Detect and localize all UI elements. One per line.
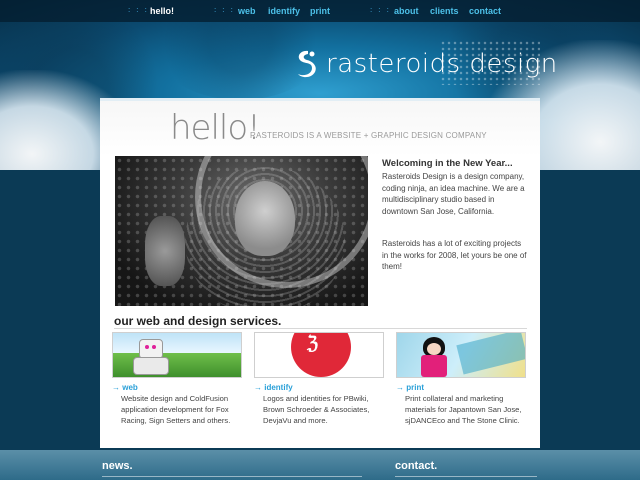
welcome-heading: Welcoming in the New Year... [382,158,513,169]
footer: news. contact. [0,450,640,480]
arrow-right-icon: → [112,383,120,392]
robot-body-shape [133,357,169,375]
page-title: hello! [170,108,261,148]
nav-item-identify[interactable]: identify [268,6,300,16]
robot-head-shape [139,339,163,359]
red-circle-logo [291,333,351,377]
nav-item-web[interactable]: web [238,6,256,16]
nav-item-contact[interactable]: contact [469,6,501,16]
site-logo[interactable]: rasteroids design [292,47,558,81]
tagline: RASTEROIDS IS A WEBSITE + GRAPHIC DESIGN… [250,131,487,140]
welcome-paragraph: Rasteroids has a lot of exciting project… [382,239,527,271]
robot-eye [152,345,156,349]
service-description: Print collateral and marketing materials… [405,394,522,426]
content-panel: hello! RASTEROIDS IS A WEBSITE + GRAPHIC… [100,98,540,448]
web-thumbnail[interactable] [112,332,242,378]
robot-eye [145,345,149,349]
banner-shape [456,333,525,375]
nav-separator: : : : [370,7,391,14]
arrow-right-icon: → [396,383,404,392]
swirl-logo-icon [298,50,316,78]
service-card-print: → print Print collateral and marketing m… [396,332,526,427]
nav-item-clients[interactable]: clients [430,6,459,16]
divider [114,328,527,329]
arrow-right-icon: → [254,383,262,392]
girl-kimono-shape [421,355,447,377]
print-thumbnail[interactable] [396,332,526,378]
footer-news-heading[interactable]: news. [102,460,133,472]
service-card-identify: ℨ → identify Logos and identities for PB… [254,332,384,427]
identify-thumbnail[interactable]: ℨ [254,332,384,378]
service-label: print [406,383,425,392]
services-heading: our web and design services. [114,314,282,328]
featured-artwork-image [115,156,368,306]
nav-item-about[interactable]: about [394,6,419,16]
nav-separator: : : : [214,7,235,14]
service-card-web: → web Website design and ColdFusion appl… [112,332,242,427]
panel-header [100,98,540,157]
face-shape [235,181,295,256]
service-description: Website design and ColdFusion applicatio… [121,394,231,426]
nav-item-print[interactable]: print [310,6,330,16]
nav-item-hello[interactable]: hello! [150,6,174,16]
service-link-web[interactable]: → web [112,383,242,392]
top-nav: : : : hello! : : : web identify print : … [0,0,640,22]
logo-glyph-icon: ℨ [307,333,319,354]
footer-contact-heading[interactable]: contact. [395,460,437,472]
service-link-identify[interactable]: → identify [254,383,384,392]
service-label: web [122,383,138,392]
divider [395,476,537,477]
welcome-paragraph: Rasteroids Design is a design company, c… [382,172,525,216]
service-label: identify [264,383,293,392]
girl-face-shape [427,343,441,355]
nav-separator: : : : [128,7,149,14]
rabbit-shape [145,216,185,286]
service-link-print[interactable]: → print [396,383,526,392]
service-description: Logos and identities for PBwiki, Brown S… [263,394,370,426]
logo-wordmark: rasteroids design [326,49,558,79]
divider [102,476,362,477]
